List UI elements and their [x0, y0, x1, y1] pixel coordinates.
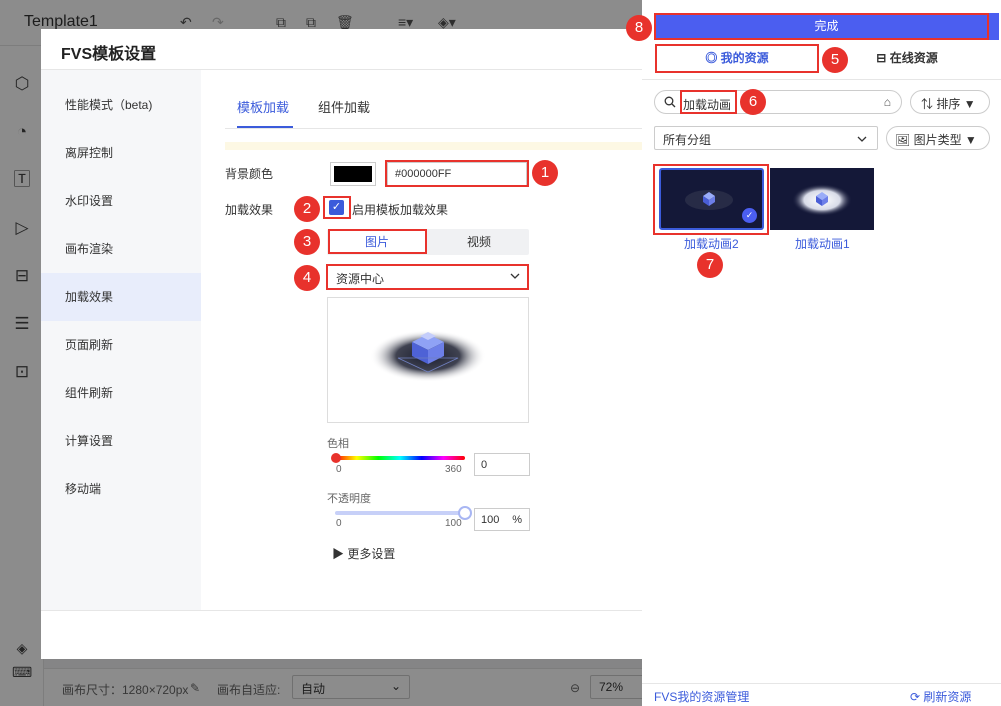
notice-bar [225, 142, 681, 150]
opacity-max: 100 [445, 518, 462, 529]
opacity-unit: % [512, 514, 522, 526]
hue-input[interactable]: 0 [474, 453, 530, 476]
caret-right-icon: ▶ [332, 547, 345, 561]
load-effect-label: 加载效果 [225, 203, 274, 217]
refresh-label: 刷新资源 [923, 690, 972, 704]
nav-item-widget-refresh[interactable]: 组件刷新 [41, 369, 201, 417]
sort-button[interactable]: ⇅ 排序 ▼ [910, 90, 990, 114]
sort-label: 排序 [936, 97, 961, 111]
highlight-box [653, 164, 769, 235]
highlight-box [323, 196, 351, 219]
opacity-value: 100 [481, 514, 500, 526]
image-type-button[interactable]: 🖼 图片类型 ▼ [886, 126, 990, 150]
highlight-box [328, 229, 427, 254]
tab-template-load[interactable]: 模板加载 [237, 97, 289, 116]
bg-color-label: 背景颜色 [225, 167, 274, 181]
callout-4: 4 [294, 265, 320, 291]
search-icon [664, 96, 676, 108]
resource-item-label[interactable]: 加载动画2 [684, 235, 739, 252]
group-value: 所有分组 [663, 133, 712, 147]
callout-5: 5 [822, 47, 848, 73]
hue-min: 0 [336, 464, 342, 475]
hue-label: 色相 [327, 438, 349, 450]
nav-item-compute[interactable]: 计算设置 [41, 417, 201, 465]
more-settings-toggle[interactable]: ▶ 更多设置 [332, 545, 395, 562]
image-icon: 🖼 [895, 133, 914, 147]
settings-nav: 性能模式（beta) 离屏控制 水印设置 画布渲染 加载效果 页面刷新 组件刷新… [41, 70, 201, 610]
resource-item-thumbnail[interactable] [770, 168, 874, 230]
refresh-icon: ⟳ [910, 690, 924, 704]
callout-6: 6 [740, 89, 766, 115]
image-type-label: 图片类型 [913, 133, 962, 147]
caret-down-icon: ▼ [960, 97, 976, 111]
divider [41, 610, 681, 611]
loading-animation-thumbnail [792, 184, 852, 216]
highlight-box [680, 90, 737, 114]
highlight-box [654, 13, 989, 40]
nav-item-load-effect[interactable]: 加载效果 [41, 273, 201, 321]
template-settings-dialog: FVS模板设置 性能模式（beta) 离屏控制 水印设置 画布渲染 加载效果 页… [41, 29, 681, 659]
caret-down-icon: ▼ [961, 133, 977, 147]
nav-item-watermark[interactable]: 水印设置 [41, 177, 201, 225]
nav-item-offscreen[interactable]: 离屏控制 [41, 129, 201, 177]
opacity-min: 0 [336, 518, 342, 529]
highlight-box [326, 264, 529, 290]
group-select[interactable]: 所有分组 [654, 126, 878, 150]
callout-1: 1 [532, 160, 558, 186]
manage-resources-link[interactable]: FVS我的资源管理 [654, 688, 749, 705]
chevron-down-icon [857, 136, 867, 142]
hue-slider-handle[interactable] [331, 453, 341, 463]
divider [642, 79, 1001, 80]
store-icon: ⊟ [876, 51, 890, 65]
nav-item-canvas-render[interactable]: 画布渲染 [41, 225, 201, 273]
callout-3: 3 [294, 229, 320, 255]
callout-7: 7 [697, 252, 723, 278]
sort-icon: ⇅ [921, 97, 937, 111]
opacity-slider[interactable] [335, 511, 465, 515]
opacity-label: 不透明度 [327, 493, 371, 505]
nav-item-page-refresh[interactable]: 页面刷新 [41, 321, 201, 369]
enable-load-effect-label: 启用模板加载效果 [352, 203, 449, 217]
divider [225, 128, 681, 129]
loading-preview [327, 297, 529, 423]
divider [642, 683, 1001, 684]
tab-widget-load[interactable]: 组件加载 [318, 97, 370, 116]
resource-item-label[interactable]: 加载动画1 [795, 235, 850, 252]
refresh-resources-link[interactable]: ⟳ 刷新资源 [910, 688, 971, 705]
callout-8: 8 [626, 15, 652, 41]
nav-item-performance[interactable]: 性能模式（beta) [41, 81, 201, 129]
video-option[interactable]: 视频 [431, 231, 527, 253]
more-settings-label: 更多设置 [347, 547, 396, 561]
tab-online-resources-label: 在线资源 [889, 51, 938, 65]
color-swatch[interactable] [330, 162, 376, 186]
highlight-box [655, 44, 819, 73]
highlight-box [385, 160, 529, 187]
dialog-title: FVS模板设置 [61, 46, 157, 63]
image-search-icon[interactable]: ⌂ [884, 95, 891, 109]
opacity-input[interactable]: 100 % [474, 508, 530, 531]
loading-animation-image [370, 330, 486, 382]
hue-slider[interactable] [335, 456, 465, 460]
nav-item-mobile[interactable]: 移动端 [41, 465, 201, 513]
callout-2: 2 [294, 196, 320, 222]
hue-max: 360 [445, 464, 462, 475]
